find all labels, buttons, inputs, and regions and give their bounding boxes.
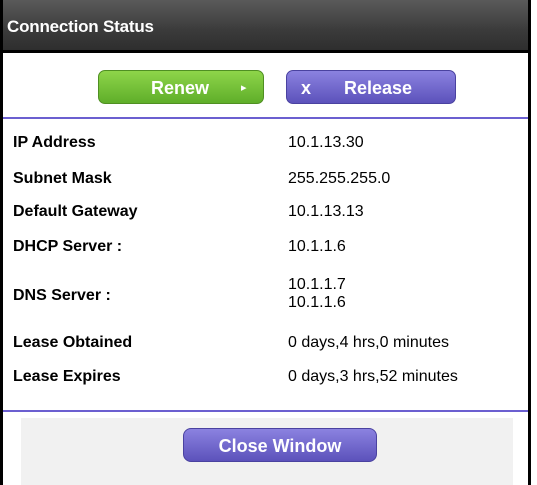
lease-expires-value: 0 days,3 hrs,52 minutes (288, 368, 458, 385)
ip-address-label: IP Address (13, 134, 96, 151)
bottom-divider (3, 410, 528, 412)
release-button[interactable]: x Release (286, 70, 456, 104)
dhcp-server-label: DHCP Server : (13, 238, 123, 255)
dns-server-value-primary: 10.1.1.7 (288, 276, 346, 293)
subnet-mask-value: 255.255.255.0 (288, 170, 391, 187)
dns-server-value-list: 10.1.1.7 10.1.1.6 (288, 276, 346, 312)
play-arrow-icon: ▸ (241, 82, 247, 94)
ip-address-value: 10.1.13.30 (288, 134, 364, 151)
default-gateway-label: Default Gateway (13, 203, 138, 220)
lease-expires-label: Lease Expires (13, 368, 121, 385)
release-button-label: Release (344, 78, 413, 98)
lease-obtained-label: Lease Obtained (13, 334, 133, 351)
renew-button-label: Renew (151, 78, 210, 98)
dns-server-label: DNS Server : (13, 287, 111, 304)
close-window-button[interactable]: Close Window (183, 428, 377, 462)
dns-server-value-secondary: 10.1.1.6 (288, 294, 346, 311)
window-title: Connection Status (3, 0, 528, 53)
dhcp-server-value: 10.1.1.6 (288, 238, 346, 255)
subnet-mask-label: Subnet Mask (13, 170, 112, 187)
default-gateway-value: 10.1.13.13 (288, 203, 364, 220)
top-divider (3, 117, 528, 119)
renew-button[interactable]: Renew ▸ (98, 70, 264, 104)
connection-status-window: Connection Status Renew ▸ x Release IP A… (0, 0, 531, 485)
close-x-icon: x (301, 78, 312, 98)
lease-obtained-value: 0 days,4 hrs,0 minutes (288, 334, 449, 351)
